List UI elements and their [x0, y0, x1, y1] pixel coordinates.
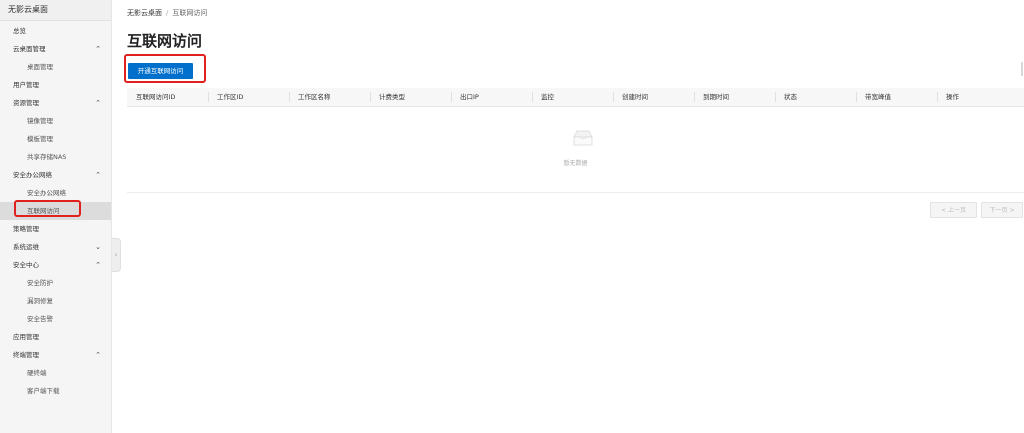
sidebar-title: 无影云桌面 [0, 0, 111, 21]
breadcrumb: 无影云桌面 / 互联网访问 [127, 8, 207, 18]
sidebar-item[interactable]: 云桌面管理 ⌃ [0, 40, 111, 58]
open-internet-access-button[interactable]: 开通互联网访问 [128, 63, 193, 79]
column-header-label: 工作区ID [217, 93, 244, 101]
column-divider [208, 92, 209, 102]
chevron-up-icon[interactable]: ⌃ [95, 256, 101, 274]
sidebar-item[interactable]: 策略管理 [0, 220, 111, 238]
chevron-up-icon[interactable]: ⌃ [95, 346, 101, 364]
sidebar-item-label: 应用管理 [13, 333, 39, 341]
page-title: 互联网访问 [127, 32, 203, 50]
breadcrumb-root[interactable]: 无影云桌面 [127, 9, 162, 17]
sidebar-item[interactable]: 用户管理 [0, 76, 111, 94]
sidebar-item[interactable]: 资源管理 ⌃ [0, 94, 111, 112]
sidebar-item[interactable]: 桌面管理 [0, 58, 111, 76]
sidebar-item[interactable]: 总览 [0, 22, 111, 40]
column-header: 工作区ID [208, 88, 289, 106]
column-header-label: 工作区名称 [298, 93, 331, 101]
sidebar-item-label: 客户端下载 [27, 387, 60, 395]
scrollbar[interactable] [1021, 62, 1023, 76]
empty-text: 暂无数据 [563, 160, 588, 167]
sidebar-item-label: 系统运维 [13, 243, 39, 251]
empty-inbox-icon [573, 130, 593, 146]
sidebar-item[interactable]: 模板管理 [0, 130, 111, 148]
breadcrumb-separator: / [166, 9, 169, 17]
chevron-up-icon[interactable]: ⌃ [95, 166, 101, 184]
column-header-label: 到期时间 [703, 93, 729, 101]
column-header: 工作区名称 [289, 88, 370, 106]
column-header-label: 状态 [784, 93, 797, 101]
sidebar-collapse-handle[interactable]: ‹ [112, 238, 121, 272]
chevron-up-icon[interactable]: ⌃ [95, 94, 101, 112]
sidebar-item-label: 安全告警 [27, 315, 53, 323]
highlight-box-sidebar [14, 200, 81, 217]
prev-page-button[interactable]: < 上一页 [930, 202, 977, 218]
sidebar-item-label: 桌面管理 [27, 63, 53, 71]
sidebar-item[interactable]: 硬终端 [0, 364, 111, 382]
column-header-label: 出口IP [460, 93, 479, 101]
column-header-label: 操作 [946, 93, 959, 101]
sidebar-item[interactable]: 终端管理 ⌃ [0, 346, 111, 364]
sidebar-item[interactable]: 安全防护 [0, 274, 111, 292]
sidebar-item-label: 总览 [13, 27, 26, 35]
breadcrumb-current: 互联网访问 [172, 9, 208, 17]
sidebar-item[interactable]: 客户端下载 [0, 382, 111, 400]
sidebar-item-label: 模板管理 [27, 135, 53, 143]
sidebar-item[interactable]: 系统运维 ⌄ [0, 238, 111, 256]
sidebar-item-label: 漏洞修复 [27, 297, 53, 305]
sidebar-item[interactable]: 镜像管理 [0, 112, 111, 130]
sidebar-item-label: 资源管理 [13, 99, 39, 107]
column-header-label: 计费类型 [379, 93, 405, 101]
main-content: 无影云桌面 / 互联网访问 互联网访问 开通互联网访问 互联网访问ID 工作区ID 工作… [124, 0, 1024, 433]
column-divider [289, 92, 290, 102]
sidebar-item-label: 云桌面管理 [13, 45, 46, 53]
column-header-label: 监控 [541, 93, 554, 101]
sidebar-item[interactable]: 安全告警 [0, 310, 111, 328]
column-header: 出口IP [451, 88, 532, 106]
column-divider [775, 92, 776, 102]
column-header: 监控 [532, 88, 613, 106]
column-header-label: 互联网访问ID [136, 93, 176, 101]
column-divider [532, 92, 533, 102]
sidebar-item[interactable]: 安全办公网络 ⌃ [0, 166, 111, 184]
sidebar-item-label: 硬终端 [27, 369, 47, 377]
column-divider [856, 92, 857, 102]
chevron-up-icon[interactable]: ⌃ [95, 40, 101, 58]
column-divider [694, 92, 695, 102]
column-header: 创建时间 [613, 88, 694, 106]
sidebar-item[interactable]: 漏洞修复 [0, 292, 111, 310]
sidebar-item-label: 共享存储NAS [27, 153, 67, 161]
chevron-down-icon[interactable]: ⌄ [95, 238, 101, 256]
column-header: 到期时间 [694, 88, 775, 106]
sidebar-item-label: 用户管理 [13, 81, 39, 89]
sidebar-item[interactable]: 应用管理 [0, 328, 111, 346]
sidebar-item-label: 镜像管理 [27, 117, 53, 125]
next-page-button[interactable]: 下一页 > [981, 202, 1023, 218]
column-header: 操作 [937, 88, 1024, 106]
column-header: 计费类型 [370, 88, 451, 106]
column-divider [613, 92, 614, 102]
sidebar-item-label: 策略管理 [13, 225, 39, 233]
sidebar-item-label: 终端管理 [13, 351, 39, 359]
table-header: 互联网访问ID 工作区ID 工作区名称 计费类型 出口IP 监控 创建时间 到期时间 状态 带宽峰… [127, 88, 1024, 107]
sidebar-item[interactable]: 共享存储NAS [0, 148, 111, 166]
column-header: 带宽峰值 [856, 88, 937, 106]
column-divider [451, 92, 452, 102]
sidebar-item-label: 安全防护 [27, 279, 53, 287]
column-header: 状态 [775, 88, 856, 106]
sidebar-item-label: 安全办公网络 [13, 171, 52, 179]
table-empty-state: 暂无数据 [127, 106, 1024, 193]
sidebar-item-label: 安全办公网络 [27, 189, 66, 197]
column-divider [937, 92, 938, 102]
chevron-left-icon: ‹ [114, 251, 118, 259]
column-header-label: 创建时间 [622, 93, 648, 101]
sidebar-item-label: 安全中心 [13, 261, 39, 269]
column-header: 互联网访问ID [127, 88, 208, 106]
sidebar-item[interactable]: 安全中心 ⌃ [0, 256, 111, 274]
column-divider [370, 92, 371, 102]
column-header-label: 带宽峰值 [865, 93, 891, 101]
